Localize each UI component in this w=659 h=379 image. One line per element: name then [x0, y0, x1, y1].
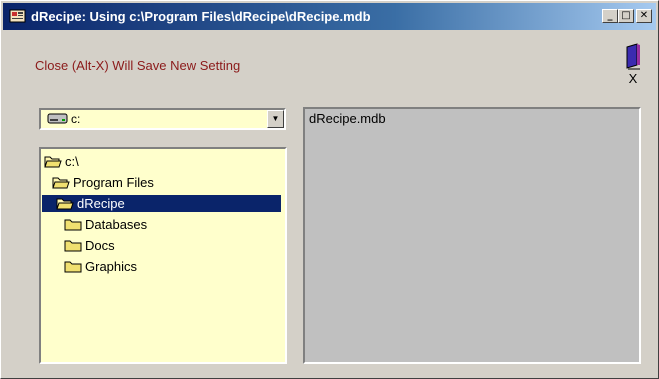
directory-item[interactable]: Databases — [64, 216, 153, 233]
file-list[interactable]: dRecipe.mdb — [303, 107, 641, 364]
maximize-button[interactable]: □ — [618, 9, 634, 23]
minimize-button[interactable]: _ — [602, 9, 618, 23]
open-folder-icon — [44, 156, 62, 168]
save-notice-label: Close (Alt-X) Will Save New Setting — [35, 58, 241, 73]
chevron-down-icon[interactable]: ▼ — [267, 110, 284, 128]
directory-item-selected[interactable]: dRecipe — [42, 195, 281, 212]
drive-select[interactable]: c: ▼ — [39, 108, 286, 130]
folder-icon — [64, 219, 82, 231]
folder-icon — [64, 261, 82, 273]
app-window: dRecipe: Using c:\Program Files\dRecipe\… — [0, 0, 659, 379]
directory-label: Graphics — [85, 259, 138, 274]
directory-item[interactable]: Graphics — [64, 258, 143, 275]
title-bar[interactable]: dRecipe: Using c:\Program Files\dRecipe\… — [3, 3, 656, 30]
directory-label: Databases — [85, 217, 148, 232]
directory-label: Docs — [85, 238, 115, 253]
directory-item[interactable]: c:\ — [44, 153, 85, 170]
exit-door-icon: X — [626, 43, 640, 86]
exit-label: X — [629, 71, 638, 86]
open-folder-icon — [52, 177, 70, 189]
directory-label: Program Files — [73, 175, 154, 190]
directory-item[interactable]: Docs — [64, 237, 121, 254]
directory-label: dRecipe — [77, 196, 125, 211]
directory-list[interactable]: c:\ Program Files dRecipe Databases Docs… — [39, 147, 287, 364]
open-folder-icon — [56, 198, 74, 210]
drive-icon — [47, 113, 68, 124]
directory-label: c:\ — [65, 154, 79, 169]
directory-item[interactable]: Program Files — [52, 174, 160, 191]
window-title: dRecipe: Using c:\Program Files\dRecipe\… — [31, 9, 371, 24]
exit-button[interactable]: X — [622, 41, 644, 87]
close-button[interactable]: ✕ — [636, 9, 652, 23]
drive-value: c: — [71, 112, 81, 126]
file-item[interactable]: dRecipe.mdb — [309, 111, 386, 126]
app-icon[interactable] — [9, 8, 26, 24]
folder-icon — [64, 240, 82, 252]
